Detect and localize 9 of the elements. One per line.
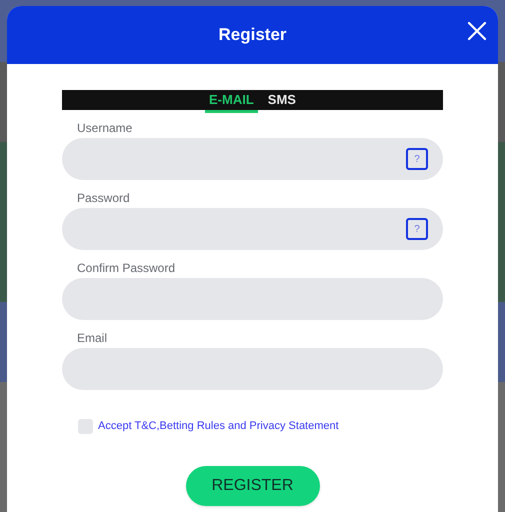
field-label: Password bbox=[77, 190, 130, 207]
register-button[interactable]: REGISTER bbox=[186, 466, 320, 506]
tab[interactable]: SMS bbox=[264, 90, 300, 110]
field-label: Email bbox=[77, 330, 108, 347]
field-label: Username bbox=[77, 120, 132, 137]
dialog-title: Register bbox=[218, 24, 287, 46]
agreement-link[interactable]: Accept T&C,Betting Rules and Privacy Statement bbox=[98, 418, 339, 434]
field-label: Confirm Password bbox=[77, 260, 176, 277]
tab[interactable]: E-MAIL bbox=[205, 90, 258, 113]
